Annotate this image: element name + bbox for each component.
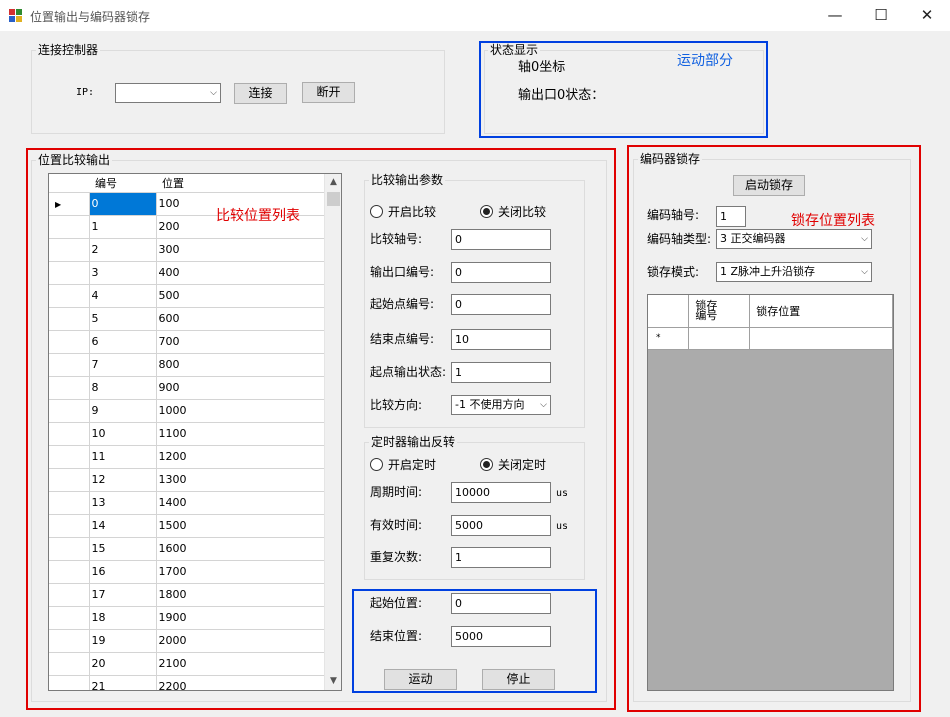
title-bar: 位置输出与编码器锁存 — ☐ ✕ [0, 0, 950, 31]
window-title: 位置输出与编码器锁存 [30, 10, 151, 24]
minimize-button[interactable]: — [812, 0, 858, 31]
connect-group-title: 连接控制器 [36, 43, 101, 57]
ip-label: IP: [76, 87, 95, 98]
latch-annotation-box [627, 145, 921, 712]
disconnect-button[interactable]: 断开 [302, 82, 355, 103]
close-button[interactable]: ✕ [904, 0, 950, 31]
app-icon [9, 9, 22, 22]
motion-annotation-label: 运动部分 [677, 53, 733, 69]
compare-annotation-box [26, 148, 616, 710]
ip-combo[interactable]: ⌵ [115, 83, 221, 103]
chevron-down-icon: ⌵ [210, 88, 217, 98]
maximize-button[interactable]: ☐ [858, 0, 904, 31]
compare-list-annotation-label: 比较位置列表 [216, 208, 300, 224]
connect-button[interactable]: 连接 [234, 83, 287, 104]
